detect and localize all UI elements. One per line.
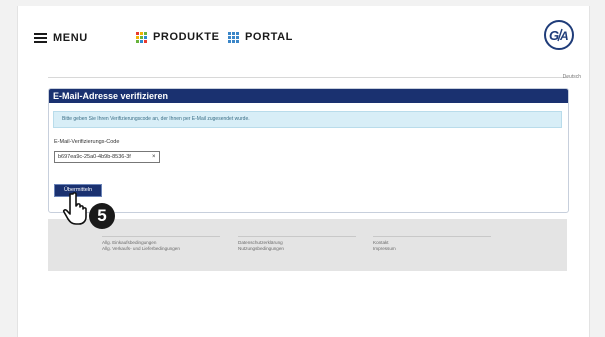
footer-rule <box>102 236 220 237</box>
footer-link-verkauf[interactable]: Allg. Verkaufs- und Lieferbedingungen <box>102 246 220 252</box>
hamburger-icon <box>34 33 47 43</box>
nav-produkte[interactable]: PRODUKTE <box>136 31 220 43</box>
footer-rule <box>373 236 491 237</box>
hand-pointer-icon <box>61 191 91 230</box>
footer-col-contact: Kontakt Impressum <box>373 236 491 252</box>
verify-panel: E-Mail-Adresse verifizieren Bitte geben … <box>48 88 569 213</box>
portal-grid-icon <box>228 31 239 43</box>
info-message: Bitte geben Sie Ihren Verifizierungscode… <box>53 111 562 128</box>
verify-title: E-Mail-Adresse verifizieren <box>49 89 568 103</box>
nav-portal[interactable]: PORTAL <box>228 31 293 43</box>
footer-link-nutzung[interactable]: Nutzungsbedingungen <box>238 246 356 252</box>
footer-link-impressum[interactable]: Impressum <box>373 246 491 252</box>
svg-text:A: A <box>559 29 569 43</box>
portal-label: PORTAL <box>245 31 294 43</box>
verification-code-input[interactable] <box>55 152 152 162</box>
code-field-label: E-Mail-Verifizierungs-Code <box>54 139 120 145</box>
gf-logo-icon: G A <box>549 28 569 43</box>
menu-button[interactable]: MENU <box>34 32 88 44</box>
code-field[interactable]: × <box>54 151 160 163</box>
clear-icon[interactable]: × <box>152 154 156 160</box>
footer-col-privacy: Datenschutzerklärung Nutzungsbedingungen <box>238 236 356 252</box>
page-container: MENU PRODUKTE PORTAL G A Deutsch E-Mail-… <box>17 6 590 337</box>
footer: Allg. Einkaufsbedingungen Allg. Verkaufs… <box>48 219 567 271</box>
produkte-label: PRODUKTE <box>153 31 220 43</box>
header-divider <box>48 77 568 78</box>
menu-label: MENU <box>53 32 88 44</box>
step-number-badge: 5 <box>89 203 115 229</box>
footer-rule <box>238 236 356 237</box>
language-selector[interactable]: Deutsch <box>563 74 581 80</box>
gf-logo[interactable]: G A <box>544 20 574 50</box>
footer-col-terms: Allg. Einkaufsbedingungen Allg. Verkaufs… <box>102 236 220 252</box>
produkte-grid-icon <box>136 31 147 43</box>
site-header: MENU PRODUKTE PORTAL G A <box>18 6 589 76</box>
